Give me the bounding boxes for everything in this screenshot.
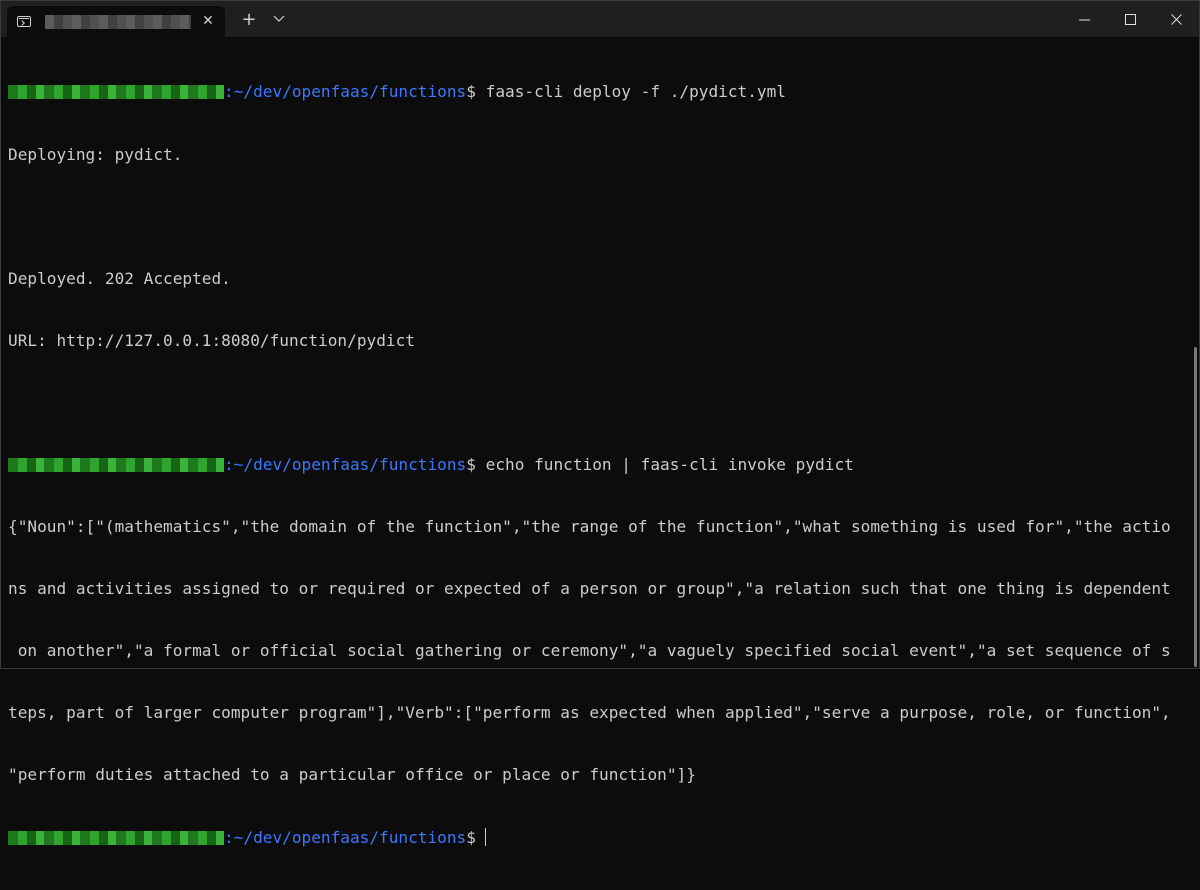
- output-line: Deploying: pydict.: [8, 144, 183, 164]
- prompt-line: :~/dev/openfaas/functions$ echo function…: [8, 455, 1187, 476]
- prompt-symbol: $: [466, 454, 476, 474]
- prompt-symbol: $: [466, 827, 476, 847]
- command-text: echo function | faas-cli invoke pydict: [475, 454, 854, 474]
- minimize-button[interactable]: [1061, 1, 1107, 37]
- terminal-window: ✕ + :~/dev/openfaas/functions$ faas-cli …: [0, 0, 1200, 847]
- user-host-redacted: [8, 457, 224, 472]
- minimize-icon: [1078, 19, 1090, 20]
- close-icon: [1170, 13, 1182, 25]
- chevron-down-icon[interactable]: [265, 1, 293, 37]
- output-line: URL: http://127.0.0.1:8080/function/pydi…: [8, 330, 415, 350]
- prompt-path: :~/dev/openfaas/functions: [224, 82, 467, 102]
- plus-icon[interactable]: +: [233, 1, 265, 37]
- output-line: teps, part of larger computer program"],…: [8, 703, 1171, 723]
- close-icon[interactable]: ✕: [199, 12, 217, 30]
- output-line: "perform duties attached to a particular…: [8, 765, 696, 785]
- prompt-line: :~/dev/openfaas/functions$: [8, 827, 1187, 849]
- maximize-button[interactable]: [1107, 1, 1153, 37]
- window-controls: [1061, 1, 1199, 37]
- output-line: on another","a formal or official social…: [8, 641, 1171, 661]
- prompt-line: :~/dev/openfaas/functions$ faas-cli depl…: [8, 82, 1187, 103]
- window-close-button[interactable]: [1153, 1, 1199, 37]
- maximize-icon: [1124, 13, 1136, 25]
- prompt-path: :~/dev/openfaas/functions: [224, 827, 467, 847]
- terminal-icon: [17, 16, 31, 27]
- output-line: ns and activities assigned to or require…: [8, 579, 1171, 599]
- scrollbar[interactable]: [1194, 347, 1197, 667]
- title-bar: ✕ +: [1, 1, 1199, 37]
- terminal-output[interactable]: :~/dev/openfaas/functions$ faas-cli depl…: [8, 41, 1187, 847]
- user-host-redacted: [8, 830, 224, 845]
- command-text: faas-cli deploy -f ./pydict.yml: [475, 82, 786, 102]
- prompt-symbol: $: [466, 82, 476, 102]
- user-host-redacted: [8, 85, 224, 100]
- prompt-path: :~/dev/openfaas/functions: [224, 454, 467, 474]
- tab-terminal[interactable]: ✕: [7, 6, 225, 37]
- text-cursor: [484, 827, 486, 846]
- output-line: {"Noun":["(mathematics","the domain of t…: [8, 517, 1171, 537]
- tab-title-redacted: [45, 14, 191, 29]
- output-line: Deployed. 202 Accepted.: [8, 268, 231, 288]
